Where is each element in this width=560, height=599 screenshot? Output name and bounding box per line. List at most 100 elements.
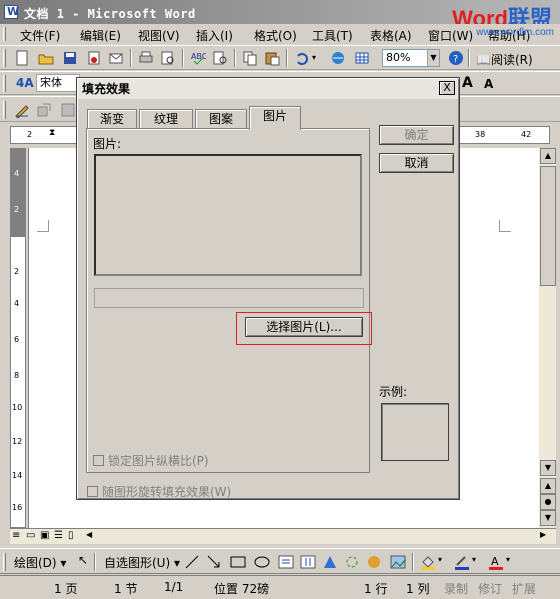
sample-preview [381, 403, 449, 461]
shrink-font-button[interactable]: A [484, 77, 493, 91]
vertical-ruler[interactable]: 4 2 2 4 6 8 10 12 14 16 [10, 148, 26, 528]
toolbar-grip[interactable] [3, 75, 6, 92]
menu-format[interactable]: 格式(O) [254, 27, 297, 44]
print-view-icon[interactable]: ▣ [40, 530, 49, 541]
read-mode-button[interactable]: 📖阅读(R) [476, 51, 533, 68]
scroll-left-icon[interactable]: ◀ [86, 530, 92, 539]
close-icon[interactable]: X [439, 81, 455, 95]
rotate-with-shape-label: 随图形旋转填充效果(W) [102, 485, 232, 499]
draw-menu-button[interactable]: 绘图(D) ▾ [14, 554, 66, 571]
lock-aspect-checkbox[interactable]: 锁定图片纵横比(P) [93, 452, 209, 469]
toolbar-separator [182, 49, 184, 67]
tab-pattern[interactable]: 图案 [195, 109, 247, 129]
undo-icon[interactable] [294, 50, 310, 66]
print-icon[interactable] [138, 50, 154, 66]
normal-view-icon[interactable]: ≡ [12, 530, 20, 541]
styles-icon[interactable]: 4A [16, 76, 34, 90]
line-color-dropdown-icon[interactable]: ▾ [472, 555, 476, 564]
menu-edit[interactable]: 编辑(E) [80, 27, 121, 44]
open-folder-icon[interactable] [38, 50, 54, 66]
cancel-button[interactable]: 取消 [379, 153, 454, 173]
copy-icon[interactable] [242, 50, 258, 66]
edit-pencil-icon[interactable] [14, 102, 30, 118]
toolbar-grip[interactable] [3, 49, 6, 67]
toolbar-grip[interactable] [3, 101, 6, 119]
title-bar: 文档 1 - Microsoft Word Word联盟 [0, 0, 560, 31]
print-preview-icon[interactable] [160, 50, 176, 66]
grid-icon[interactable] [60, 102, 76, 118]
clipart-icon[interactable] [366, 554, 382, 570]
scroll-thumb[interactable] [540, 166, 556, 286]
line-icon[interactable] [184, 554, 200, 570]
indent-marker-icon[interactable]: ⧗ [49, 128, 55, 138]
table-icon[interactable] [354, 50, 370, 66]
insert-picture-icon[interactable] [390, 554, 406, 570]
menu-table[interactable]: 表格(A) [370, 27, 412, 44]
arrow-icon[interactable] [206, 554, 222, 570]
picture-path-field [94, 288, 364, 308]
select-pointer-icon[interactable]: ↖ [78, 553, 88, 567]
menu-file[interactable]: 文件(F) [20, 27, 60, 44]
prev-page-icon[interactable]: ▲ [540, 478, 556, 494]
next-page-icon[interactable]: ▼ [540, 510, 556, 526]
save-icon[interactable] [62, 50, 78, 66]
ruler-number: 12 [12, 437, 23, 446]
rectangle-icon[interactable] [230, 554, 246, 570]
status-revise[interactable]: 修订 [478, 580, 502, 597]
zoom-combo[interactable]: 80% ▼ [382, 49, 440, 67]
undo-dropdown-icon[interactable]: ▾ [312, 53, 316, 62]
select-browse-object-icon[interactable]: ● [540, 494, 556, 510]
diagram-icon[interactable] [344, 554, 360, 570]
rotate-with-shape-checkbox[interactable]: 随图形旋转填充效果(W) [87, 483, 231, 500]
fill-effects-dialog: 填充效果 X 渐变 纹理 图案 图片 图片: 选择图片(L)... 锁定图片纵横… [76, 77, 460, 500]
menu-window[interactable]: 窗口(W) [428, 27, 473, 44]
wordart-icon[interactable] [322, 554, 338, 570]
new-document-icon[interactable] [14, 50, 30, 66]
ok-button[interactable]: 确定 [379, 125, 454, 145]
font-name-value: 宋体 [40, 76, 62, 89]
line-color-icon[interactable] [454, 554, 470, 570]
vertical-scrollbar[interactable]: ▲ ▼ ▲ ● ▼ [538, 148, 556, 528]
help-icon[interactable]: ? [448, 50, 464, 66]
outline-view-icon[interactable]: ☰ [54, 530, 63, 541]
select-picture-button[interactable]: 选择图片(L)... [245, 317, 363, 337]
permission-icon[interactable] [86, 50, 102, 66]
textbox-icon[interactable] [278, 554, 294, 570]
fill-color-icon[interactable] [420, 554, 436, 570]
paste-icon[interactable] [264, 50, 280, 66]
vertical-textbox-icon[interactable] [300, 554, 316, 570]
font-color-dropdown-icon[interactable]: ▾ [506, 555, 510, 564]
tab-texture[interactable]: 纹理 [139, 109, 193, 129]
oval-icon[interactable] [254, 554, 270, 570]
menubar-grip[interactable] [3, 27, 6, 41]
ruler-number: 4 [14, 299, 20, 308]
email-icon[interactable] [108, 50, 124, 66]
scroll-down-icon[interactable]: ▼ [540, 460, 556, 476]
hyperlink-icon[interactable] [330, 50, 346, 66]
menu-insert[interactable]: 插入(I) [196, 27, 233, 44]
ruler-number: 10 [12, 403, 23, 412]
grow-font-button[interactable]: A [462, 75, 473, 91]
menu-tools[interactable]: 工具(T) [312, 27, 353, 44]
zoom-dropdown-icon[interactable]: ▼ [427, 50, 439, 66]
status-line: 1 行 [364, 582, 388, 596]
insert-shape-icon[interactable] [36, 102, 52, 118]
tab-picture[interactable]: 图片 [249, 106, 301, 130]
reading-view-icon[interactable]: ▯ [68, 530, 74, 541]
spelling-icon[interactable]: ABC [190, 50, 206, 66]
autoshapes-menu-button[interactable]: 自选图形(U) ▾ [104, 554, 180, 571]
status-extend[interactable]: 扩展 [512, 580, 536, 597]
font-color-icon[interactable]: A [488, 554, 504, 570]
horizontal-scrollbar[interactable]: ≡ ▭ ▣ ☰ ▯ ◀ ▶ [10, 528, 556, 544]
fill-color-dropdown-icon[interactable]: ▾ [438, 555, 442, 564]
toolbar-separator [468, 49, 470, 67]
scroll-up-icon[interactable]: ▲ [540, 148, 556, 164]
status-record[interactable]: 录制 [444, 580, 468, 597]
font-name-combo[interactable]: 宋体 [36, 74, 80, 92]
menu-view[interactable]: 视图(V) [138, 27, 180, 44]
scroll-right-icon[interactable]: ▶ [540, 530, 546, 539]
research-icon[interactable] [212, 50, 228, 66]
tab-gradient[interactable]: 渐变 [87, 109, 137, 129]
web-view-icon[interactable]: ▭ [26, 530, 35, 541]
toolbar-grip[interactable] [3, 553, 6, 571]
